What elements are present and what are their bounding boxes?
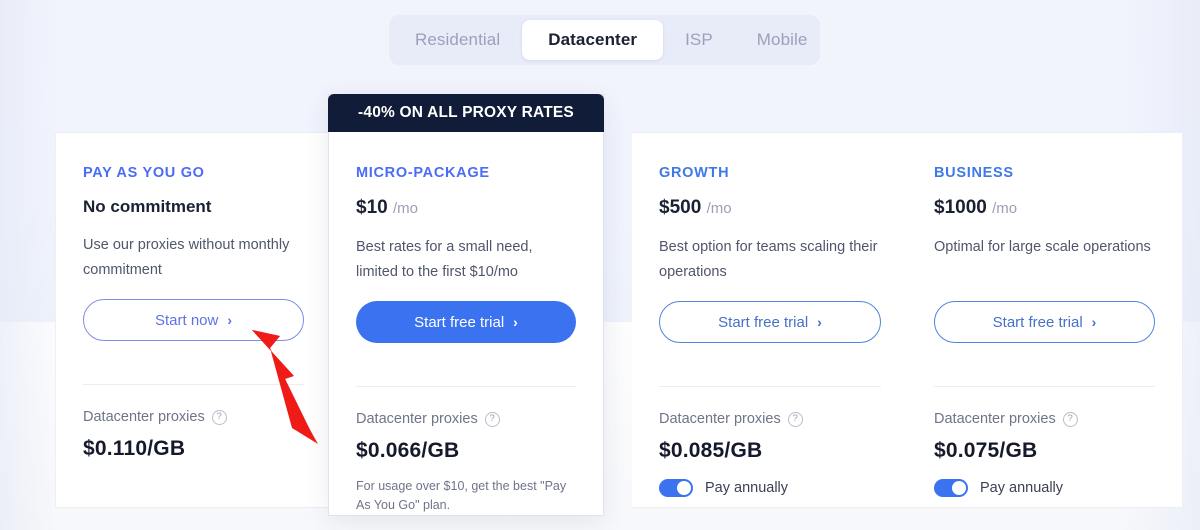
plan-description: Best option for teams scaling their oper…	[659, 239, 878, 280]
plan-card-pay-as-you-go[interactable]: PAY AS YOU GO No commitment Use our prox…	[55, 132, 331, 508]
proxy-label-text: Datacenter proxies	[83, 409, 205, 425]
card-divider	[659, 386, 881, 387]
plan-description: Use our proxies without monthly commitme…	[83, 237, 290, 278]
plan-price: $500 /mo	[659, 197, 881, 219]
tab-mobile[interactable]: Mobile	[735, 20, 830, 60]
price-period: /mo	[392, 200, 418, 217]
card-divider	[356, 386, 576, 387]
plan-name: MICRO-PACKAGE	[356, 165, 490, 181]
plan-price: $10 /mo	[356, 197, 576, 219]
chevron-right-icon: ›	[817, 314, 822, 330]
proxy-label-text: Datacenter proxies	[934, 411, 1056, 427]
pay-annually-label: Pay annually	[705, 480, 789, 496]
tab-isp[interactable]: ISP	[663, 20, 735, 60]
discount-banner: -40% ON ALL PROXY RATES	[328, 94, 604, 132]
price-amount: $500	[659, 197, 702, 218]
chevron-right-icon: ›	[227, 312, 233, 328]
proxy-type-label: Datacenter proxies ?	[934, 411, 1155, 427]
pay-annually-toggle[interactable]	[934, 479, 968, 497]
pricing-cards: -40% ON ALL PROXY RATES PAY AS YOU GO No…	[55, 94, 1183, 516]
cta-label: Start free trial	[414, 313, 505, 331]
start-now-button[interactable]: Start now ›	[83, 299, 304, 341]
plan-rate: $0.110/GB	[83, 437, 186, 460]
price-period: /mo	[992, 200, 1018, 217]
help-icon[interactable]: ?	[211, 409, 227, 425]
plan-price: $1000 /mo	[934, 197, 1155, 219]
card-divider	[934, 386, 1155, 387]
plan-headline: No commitment	[83, 197, 212, 216]
proxy-type-label: Datacenter proxies ?	[83, 409, 304, 425]
cta-label: Start free trial	[718, 313, 809, 331]
pay-annually-row: Pay annually	[659, 479, 881, 497]
plan-name: GROWTH	[659, 165, 730, 181]
proxy-label-text: Datacenter proxies	[356, 411, 478, 427]
start-free-trial-button[interactable]: Start free trial ›	[934, 301, 1155, 343]
plan-rate: $0.075/GB	[934, 439, 1038, 462]
help-icon[interactable]: ?	[484, 411, 500, 427]
start-free-trial-button[interactable]: Start free trial ›	[659, 301, 881, 343]
card-divider	[83, 384, 304, 385]
chevron-right-icon: ›	[513, 314, 518, 330]
proxy-type-label: Datacenter proxies ?	[659, 411, 881, 427]
price-amount: $10	[356, 197, 388, 218]
tab-datacenter[interactable]: Datacenter	[522, 20, 664, 60]
tab-residential[interactable]: Residential	[393, 20, 522, 60]
plan-description: Best rates for a small need, limited to …	[356, 239, 533, 280]
plan-card-micro-package[interactable]: MICRO-PACKAGE $10 /mo Best rates for a s…	[328, 94, 604, 516]
plan-rate: $0.085/GB	[659, 439, 763, 462]
proxy-type-label: Datacenter proxies ?	[356, 411, 576, 427]
pay-annually-toggle[interactable]	[659, 479, 693, 497]
help-icon[interactable]: ?	[787, 411, 803, 427]
price-amount: $1000	[934, 197, 987, 218]
cta-label: Start now	[154, 311, 219, 329]
price-period: /mo	[706, 200, 732, 217]
chevron-right-icon: ›	[1091, 314, 1097, 330]
plan-name: PAY AS YOU GO	[83, 165, 205, 181]
cta-label: Start free trial	[992, 313, 1083, 331]
plan-card-business[interactable]: BUSINESS $1000 /mo Optimal for large sca…	[907, 132, 1183, 508]
plan-name: BUSINESS	[934, 165, 1014, 181]
pay-annually-label: Pay annually	[980, 480, 1064, 496]
pay-annually-row: Pay annually	[934, 479, 1155, 497]
help-icon[interactable]: ?	[1062, 411, 1078, 427]
plan-rate: $0.066/GB	[356, 439, 460, 462]
plan-card-growth[interactable]: GROWTH $500 /mo Best option for teams sc…	[632, 132, 908, 508]
background-edge-left	[0, 0, 60, 530]
proxy-label-text: Datacenter proxies	[659, 411, 781, 427]
proxy-type-tabs: Residential Datacenter ISP Mobile	[389, 15, 820, 65]
plan-description: Optimal for large scale operations	[934, 239, 1151, 255]
plan-note: For usage over $10, get the best "Pay As…	[356, 479, 567, 512]
start-free-trial-button[interactable]: Start free trial ›	[356, 301, 576, 343]
